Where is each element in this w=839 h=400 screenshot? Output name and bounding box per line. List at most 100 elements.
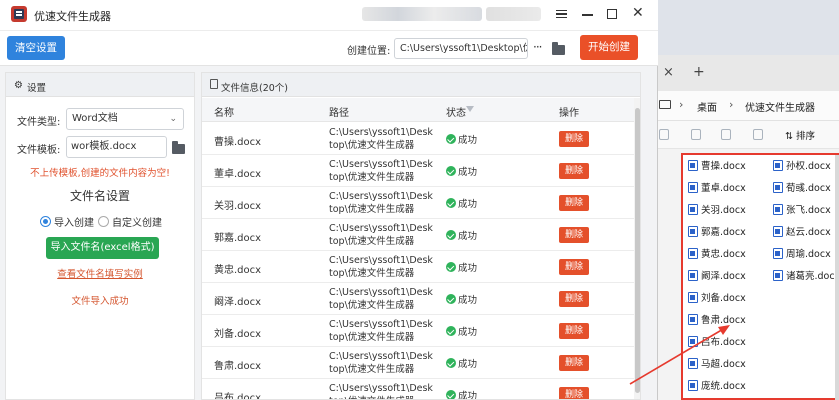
path-line: top\优速文件生成器 (329, 364, 415, 375)
chevron-right-icon: › (679, 98, 684, 111)
delete-button[interactable]: 删除 (559, 323, 589, 339)
file-item[interactable]: 曹操.docx (688, 158, 746, 172)
delete-button[interactable]: 删除 (559, 195, 589, 211)
file-item[interactable]: 鲁肃.docx (688, 312, 746, 326)
app-title: 优速文件生成器 (34, 10, 111, 23)
file-item[interactable]: 荀彧.docx (773, 180, 831, 194)
word-file-icon (688, 291, 698, 303)
file-info-title: 文件信息(20个) (221, 83, 289, 94)
delete-button[interactable]: 删除 (559, 355, 589, 371)
status-cell: 成功 (446, 228, 477, 242)
location-label: 创建位置: (347, 46, 391, 57)
file-item[interactable]: 吕布.docx (688, 334, 746, 348)
monitor-icon (659, 100, 671, 109)
file-type-select[interactable]: Word文档 ⌄ (66, 108, 184, 130)
start-create-button[interactable]: 开始创建 (580, 35, 638, 60)
radio-custom-create[interactable]: 自定义创建 (98, 214, 162, 229)
delete-button[interactable]: 删除 (559, 227, 589, 243)
path-line: top\优速文件生成器 (329, 204, 415, 215)
file-item[interactable]: 庞统.docx (688, 378, 746, 392)
file-item[interactable]: 孙权.docx (773, 158, 831, 172)
file-item[interactable]: 诸葛亮.docx (773, 268, 839, 282)
status-cell: 成功 (446, 196, 477, 210)
view-example-link[interactable]: 查看文件名填写实例 (6, 266, 194, 280)
word-file-icon (688, 269, 698, 281)
new-tab-icon[interactable]: + (693, 64, 705, 80)
file-type-value: Word文档 (72, 113, 118, 124)
delete-button[interactable]: 删除 (559, 387, 589, 399)
maximize-icon[interactable] (607, 9, 617, 19)
delete-button[interactable]: 删除 (559, 259, 589, 275)
file-item[interactable]: 关羽.docx (688, 202, 746, 216)
path-line: C:\Users\yssoft1\Desk (329, 351, 433, 362)
file-item[interactable]: 马超.docx (688, 356, 746, 370)
menu-icon[interactable] (556, 10, 567, 18)
table-row[interactable]: 阚泽.docx C:\Users\yssoft1\Desk top\优速文件生成器 成… (202, 283, 634, 315)
delete-button[interactable]: 删除 (559, 131, 589, 147)
table-row[interactable]: 董卓.docx C:\Users\yssoft1\Desk top\优速文件生成器 成… (202, 155, 634, 187)
file-path-cell: C:\Users\yssoft1\Desk top\优速文件生成器 (329, 350, 433, 376)
path-line: top\优速文件生成器 (329, 236, 415, 247)
minimize-icon[interactable] (582, 14, 593, 16)
explorer-address-bar[interactable]: › 桌面 › 优速文件生成器 (641, 91, 839, 121)
more-options-button[interactable]: ··· (533, 40, 543, 54)
breadcrumb-desktop[interactable]: 桌面 (697, 99, 717, 114)
status-cell: 成功 (446, 388, 477, 399)
path-line: top\优速文件生成器 (329, 172, 415, 183)
table-row[interactable]: 鲁肃.docx C:\Users\yssoft1\Desk top\优速文件生成器 成… (202, 347, 634, 379)
word-file-icon (773, 225, 783, 237)
file-item[interactable]: 刘备.docx (688, 290, 746, 304)
app-logo-icon (11, 6, 27, 22)
table-row[interactable]: 关羽.docx C:\Users\yssoft1\Desk top\优速文件生成器 成… (202, 187, 634, 219)
paste-icon[interactable] (691, 129, 701, 140)
delete-icon[interactable] (753, 129, 763, 140)
file-item[interactable]: 郭嘉.docx (688, 224, 746, 238)
file-item[interactable]: 张飞.docx (773, 202, 831, 216)
share-icon[interactable] (721, 129, 731, 140)
success-check-icon (446, 262, 456, 272)
delete-button[interactable]: 删除 (559, 163, 589, 179)
table-row[interactable]: 曹操.docx C:\Users\yssoft1\Desk top\优速文件生成器 成… (202, 123, 634, 155)
folder-icon[interactable] (172, 141, 185, 154)
table-scrollbar[interactable] (634, 98, 640, 399)
location-input[interactable]: C:\Users\yssoft1\Desktop\优速 (394, 38, 528, 59)
file-path-cell: C:\Users\yssoft1\Desk top\优速文件生成器 (329, 222, 433, 248)
sort-button[interactable]: ⇅ 排序 (785, 128, 815, 142)
file-item[interactable]: 阚泽.docx (688, 268, 746, 282)
filter-icon[interactable] (466, 106, 474, 112)
copy-icon[interactable] (659, 129, 669, 140)
clear-settings-button[interactable]: 清空设置 (7, 36, 65, 60)
table-row[interactable]: 刘备.docx C:\Users\yssoft1\Desk top\优速文件生成器 成… (202, 315, 634, 347)
file-name-cell: 阚泽.docx (214, 297, 262, 308)
file-name-cell: 鲁肃.docx (214, 361, 262, 372)
close-icon[interactable]: ✕ (632, 5, 644, 21)
status-text: 成功 (458, 263, 478, 274)
file-name-cell: 关羽.docx (214, 201, 262, 212)
path-line: top\优速文件生成器 (329, 140, 415, 151)
explorer-scrollbar[interactable] (835, 155, 839, 400)
word-file-icon (688, 357, 698, 369)
path-line: C:\Users\yssoft1\Desk (329, 159, 433, 170)
delete-button[interactable]: 删除 (559, 291, 589, 307)
table-row[interactable]: 黄忠.docx C:\Users\yssoft1\Desk top\优速文件生成器 成… (202, 251, 634, 283)
table-row[interactable]: 郭嘉.docx C:\Users\yssoft1\Desk top\优速文件生成器 成… (202, 219, 634, 251)
tab-close-icon[interactable]: × (663, 65, 674, 80)
table-row[interactable]: 吕布.docxC:\Users\yssoft1\Desktop\优速文件生成器成… (202, 379, 634, 399)
file-item[interactable]: 董卓.docx (688, 180, 746, 194)
status-cell: 成功 (446, 164, 477, 178)
folder-icon[interactable] (552, 42, 565, 55)
scrollbar-thumb[interactable] (635, 108, 640, 393)
file-item[interactable]: 黄忠.docx (688, 246, 746, 260)
file-name-cell: 刘备.docx (214, 329, 262, 340)
import-filenames-button[interactable]: 导入文件名(excel格式) (46, 237, 159, 259)
path-line: top\优速文件生成器 (329, 268, 415, 279)
settings-panel: ⚙ 设置 文件类型: Word文档 ⌄ 文件模板: wor模板.docx 不上传… (5, 72, 195, 400)
template-input[interactable]: wor模板.docx (66, 136, 167, 158)
radio-import-create[interactable]: 导入创建 (40, 214, 94, 229)
path-line: top\优速文件生成器 (329, 332, 415, 343)
breadcrumb-folder[interactable]: 优速文件生成器 (745, 99, 815, 114)
file-item[interactable]: 赵云.docx (773, 224, 831, 238)
word-file-icon (688, 203, 698, 215)
status-text: 成功 (458, 359, 478, 370)
file-item[interactable]: 周瑜.docx (773, 246, 831, 260)
